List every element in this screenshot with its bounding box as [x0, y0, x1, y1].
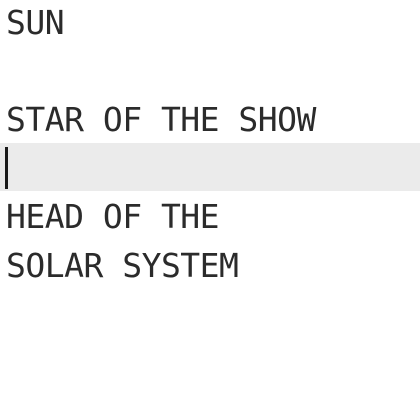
- editor-current-line[interactable]: [0, 143, 420, 191]
- editor-line-6[interactable]: SOLAR SYSTEM: [6, 241, 420, 291]
- editor-line-5[interactable]: HEAD OF THE: [6, 192, 420, 242]
- editor-line-2[interactable]: [6, 48, 420, 98]
- editor-line-1[interactable]: SUN: [6, 0, 420, 48]
- editor-line-3[interactable]: STAR OF THE SHOW: [6, 95, 420, 145]
- text-editor[interactable]: SUN STAR OF THE SHOW HEAD OF THE SOLAR S…: [0, 0, 420, 420]
- text-caret: [5, 147, 8, 189]
